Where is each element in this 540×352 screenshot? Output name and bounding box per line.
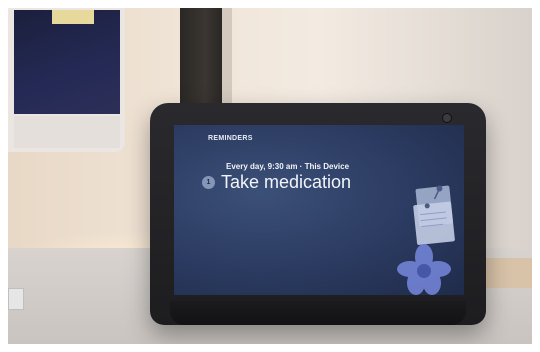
background-monitor [8, 8, 125, 152]
lamp-post-shadow [222, 8, 232, 108]
small-object [8, 288, 24, 310]
reminder-schedule: Every day, 9:30 am · This Device [226, 162, 350, 171]
reminder-item[interactable]: 1 Take medication [202, 172, 351, 193]
pinned-notes-icon [413, 185, 455, 245]
display-screen: REMINDERS Every day, 9:30 am · This Devi… [174, 125, 464, 295]
smart-display: REMINDERS Every day, 9:30 am · This Devi… [150, 103, 486, 325]
section-label: REMINDERS [208, 135, 253, 142]
monitor-screen-highlight [52, 10, 94, 24]
speaker-base [170, 301, 466, 325]
lamp-post [180, 8, 222, 108]
flower-icon [397, 244, 451, 295]
reminder-index-badge: 1 [202, 176, 215, 189]
monitor-screen [14, 10, 120, 114]
photo-scene: REMINDERS Every day, 9:30 am · This Devi… [0, 0, 540, 352]
camera-icon [442, 113, 452, 123]
reminder-title: Take medication [221, 172, 352, 192]
monitor-chin [14, 116, 120, 148]
